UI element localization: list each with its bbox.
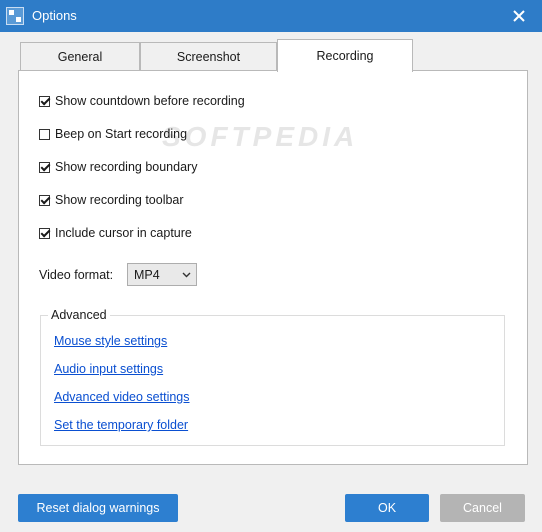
- tab-general-label: General: [57, 50, 103, 64]
- advanced-video-settings-link[interactable]: Advanced video settings: [54, 390, 190, 404]
- checkbox-box[interactable]: [39, 95, 50, 107]
- close-icon[interactable]: [496, 0, 542, 32]
- checkbox-label: Show recording toolbar: [55, 193, 184, 207]
- checkbox-label: Include cursor in capture: [55, 226, 192, 240]
- checkbox-box[interactable]: [39, 161, 50, 173]
- audio-input-settings-link[interactable]: Audio input settings: [54, 362, 163, 376]
- mouse-style-settings-link[interactable]: Mouse style settings: [54, 334, 167, 348]
- ok-button[interactable]: OK: [345, 494, 429, 522]
- show-boundary-checkbox[interactable]: Show recording boundary: [39, 160, 197, 174]
- include-cursor-checkbox[interactable]: Include cursor in capture: [39, 226, 192, 240]
- checkbox-label: Beep on Start recording: [55, 127, 188, 141]
- window-title: Options: [32, 8, 77, 23]
- video-format-value: MP4: [134, 267, 160, 282]
- tab-recording-label: Recording: [316, 49, 374, 63]
- checkbox-box[interactable]: [39, 128, 50, 140]
- recording-panel: SOFTPEDIA Show countdown before recordin…: [18, 70, 528, 465]
- advanced-group-title: Advanced: [48, 308, 110, 322]
- show-toolbar-checkbox[interactable]: Show recording toolbar: [39, 193, 184, 207]
- chevron-down-icon: [182, 272, 191, 278]
- title-bar[interactable]: Options: [0, 0, 542, 32]
- cancel-button-label: Cancel: [463, 501, 502, 515]
- tab-screenshot-label: Screenshot: [176, 50, 241, 64]
- ok-button-label: OK: [377, 501, 397, 515]
- tab-screenshot[interactable]: Screenshot: [140, 42, 277, 71]
- reset-button-label: Reset dialog warnings: [36, 501, 160, 515]
- reset-dialog-warnings-button[interactable]: Reset dialog warnings: [18, 494, 178, 522]
- app-icon: [6, 7, 24, 25]
- tab-recording[interactable]: Recording: [277, 39, 413, 72]
- temporary-folder-link[interactable]: Set the temporary folder: [54, 418, 188, 432]
- cancel-button[interactable]: Cancel: [440, 494, 525, 522]
- tab-general[interactable]: General: [20, 42, 140, 71]
- advanced-group: Advanced Mouse style settings Audio inpu…: [40, 308, 505, 446]
- checkbox-box[interactable]: [39, 227, 50, 239]
- checkbox-label: Show countdown before recording: [55, 94, 245, 108]
- show-countdown-checkbox[interactable]: Show countdown before recording: [39, 94, 245, 108]
- checkbox-box[interactable]: [39, 194, 50, 206]
- options-dialog: Options General Screenshot Recording SOF…: [0, 0, 542, 532]
- video-format-label: Video format:: [39, 268, 114, 282]
- beep-on-start-checkbox[interactable]: Beep on Start recording: [39, 127, 187, 141]
- video-format-select[interactable]: MP4: [127, 263, 197, 286]
- softpedia-watermark: SOFTPEDIA: [162, 121, 359, 152]
- checkbox-label: Show recording boundary: [55, 160, 198, 174]
